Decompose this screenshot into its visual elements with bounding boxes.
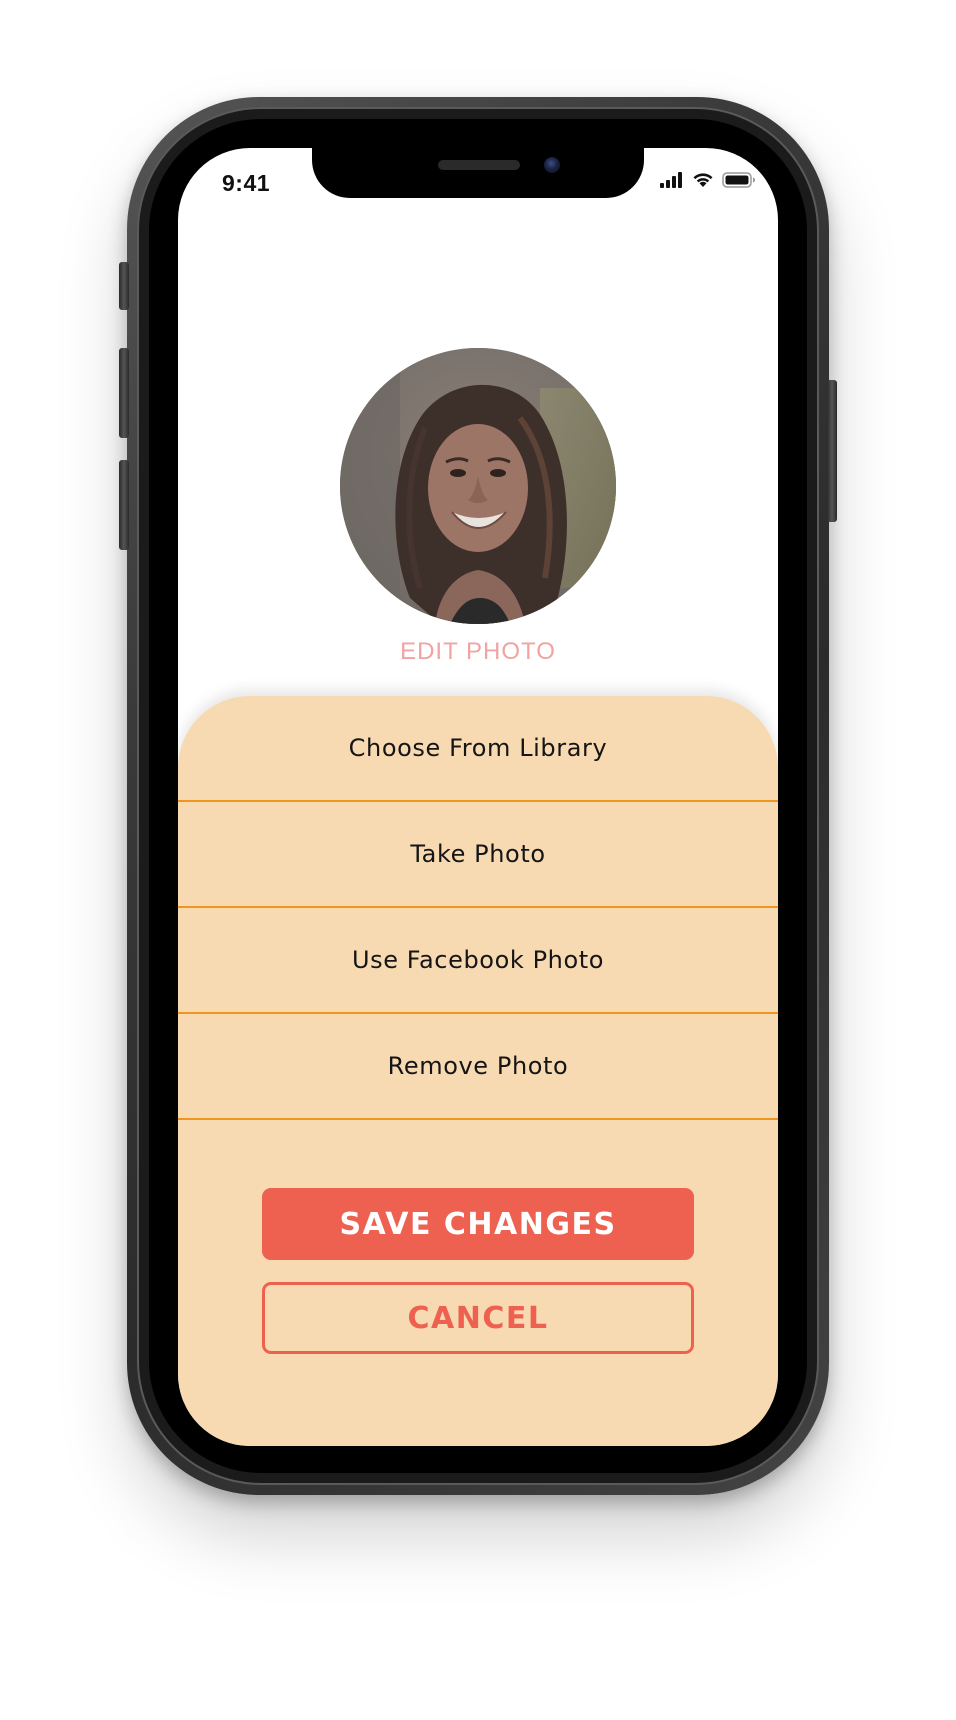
save-changes-button[interactable]: SAVE CHANGES [262, 1188, 694, 1260]
mockup-stage: 9:41 EDIT PHOTO Choose From Library Take… [0, 0, 956, 1720]
speaker-grille [438, 160, 520, 170]
notch [312, 148, 644, 198]
status-time: 9:41 [222, 170, 271, 196]
battery-icon [722, 172, 756, 192]
wifi-icon [692, 172, 714, 192]
volume-down-button [119, 460, 129, 550]
divider [178, 1118, 778, 1120]
phone-screen: 9:41 EDIT PHOTO Choose From Library Take… [178, 148, 778, 1446]
power-button [827, 380, 837, 522]
cancel-button[interactable]: CANCEL [262, 1282, 694, 1354]
cellular-signal-icon [660, 172, 684, 192]
status-icons [660, 172, 756, 192]
volume-up-button [119, 348, 129, 438]
edit-photo-link[interactable]: EDIT PHOTO [178, 638, 778, 666]
profile-photo [340, 348, 616, 624]
remove-photo-option[interactable]: Remove Photo [178, 1014, 778, 1118]
mute-switch [119, 262, 129, 310]
choose-from-library-option[interactable]: Choose From Library [178, 696, 778, 800]
front-camera [544, 157, 560, 173]
use-facebook-photo-option[interactable]: Use Facebook Photo [178, 908, 778, 1012]
profile-avatar[interactable] [340, 348, 616, 624]
take-photo-option[interactable]: Take Photo [178, 802, 778, 906]
